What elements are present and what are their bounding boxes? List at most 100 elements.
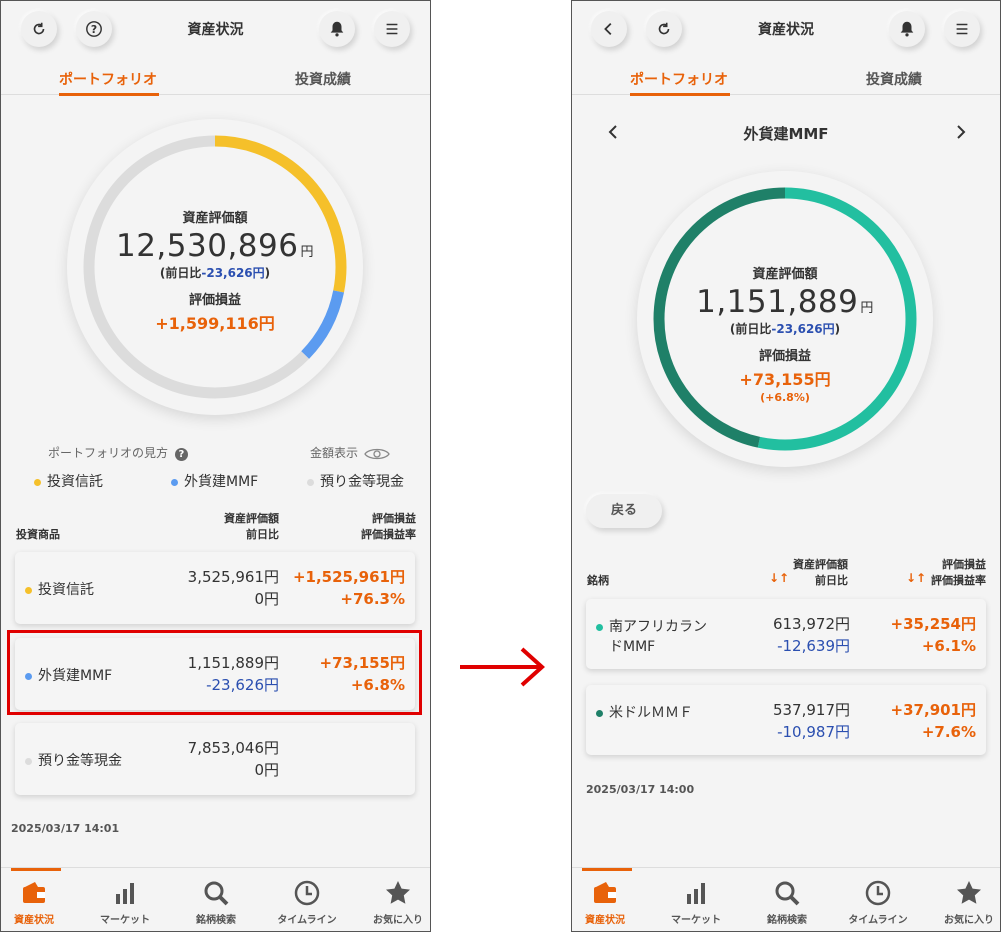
amount-display-toggle[interactable]: 金額表示 (310, 444, 390, 461)
legend-item-cash: 預り金等現金 (307, 471, 404, 491)
day-change: (前日比-23,626円) (637, 320, 933, 337)
question-icon: ? (174, 448, 188, 461)
holding-value: 7,853,046円 0円 (188, 737, 279, 781)
wallet-icon (594, 882, 616, 903)
star-icon (386, 881, 410, 904)
asset-value-amount: 1,151,889 (696, 284, 859, 320)
holding-day-change: -10,987円 (777, 723, 850, 741)
holding-dot (25, 757, 32, 765)
holding-day-change: 0円 (254, 761, 279, 779)
legend-item-mmf: 外貨建MMF (171, 471, 258, 491)
holding-value-amount: 613,972円 (772, 615, 850, 633)
nav-search[interactable]: 銘柄検索 (173, 878, 259, 926)
bell-icon (330, 21, 344, 37)
header-product: 投資商品 (16, 528, 60, 541)
sort-icon[interactable]: ↓↑ (906, 571, 926, 585)
holding-row-zar-mmf[interactable]: 南アフリカラン ドMMF 613,972円 -12,639円 +35,254円 +6… (586, 599, 986, 669)
asset-value: 1,151,889 円 (637, 284, 933, 320)
back-button[interactable]: 戻る (586, 494, 662, 528)
holding-value: 3,525,961円 0円 (188, 566, 279, 610)
holding-name-line1: 南アフリカラン (609, 619, 707, 635)
pl-label: 評価損益 (758, 349, 811, 364)
holding-dot (596, 623, 603, 631)
pl-label: 評価損益 (188, 293, 241, 308)
asset-value-label: 資産評価額 (752, 267, 818, 282)
holding-dot (25, 586, 32, 594)
header-pl: 評価損益 評価損益率 (931, 557, 986, 589)
holding-pl: +35,254円 +6.1% (891, 613, 976, 657)
holding-row-fund[interactable]: 投資信託 3,525,961円 0円 +1,525,961円 +76.3% (15, 552, 415, 624)
holding-value-amount: 7,853,046円 (187, 739, 279, 757)
nav-label: マーケット (100, 915, 150, 926)
day-change-label: (前日比 (159, 266, 202, 280)
nav-active-indicator (582, 868, 632, 871)
holding-day-change: -12,639円 (777, 637, 850, 655)
tab-portfolio[interactable]: ポートフォリオ (630, 69, 728, 89)
header-value: 資産評価額 前日比 (224, 511, 279, 543)
notification-button[interactable] (319, 11, 355, 47)
nav-market[interactable]: マーケット (653, 878, 739, 926)
header-value-line1: 資産評価額 (793, 558, 848, 571)
menu-button[interactable] (374, 11, 410, 47)
portfolio-help-link[interactable]: ポートフォリオの見方 ? (48, 444, 188, 461)
sort-icon[interactable]: ↓↑ (769, 571, 789, 585)
holding-name: 投資信託 (25, 579, 94, 599)
header-pl-line2: 評価損益率 (931, 574, 986, 587)
bell-icon (900, 21, 914, 37)
holding-value: 537,917円 -10,987円 (773, 699, 850, 743)
day-change-suffix: ) (264, 266, 271, 280)
holding-pl-rate: +76.3% (340, 590, 405, 608)
nav-market[interactable]: マーケット (82, 878, 168, 926)
updated-timestamp: 2025/03/17 14:00 (586, 783, 695, 796)
bar-chart-icon (687, 883, 705, 904)
nav-label: 銘柄検索 (196, 915, 236, 926)
menu-button[interactable] (944, 11, 980, 47)
legend-dot (34, 478, 41, 486)
holding-pl-amount: +35,254円 (890, 615, 976, 633)
bottom-nav: 資産状況 マーケット 銘柄検索 タイムライン お気に入り (1, 867, 430, 931)
tab-bar: ポートフォリオ 投資成績 (572, 63, 1000, 96)
nav-timeline[interactable]: タイムライン (835, 878, 921, 926)
tab-bar: ポートフォリオ 投資成績 (1, 63, 430, 96)
hamburger-icon (956, 23, 968, 35)
nav-favorites[interactable]: お気に入り (355, 878, 430, 926)
bar-chart-icon (116, 883, 134, 904)
updated-timestamp: 2025/03/17 14:01 (11, 822, 120, 835)
holding-name-line1: 米ドルＭＭＦ (609, 705, 693, 721)
nav-timeline[interactable]: タイムライン (264, 878, 350, 926)
day-change-value: -23,626円 (771, 322, 835, 336)
holding-pl-rate: +6.1% (921, 637, 976, 655)
top-bar: 資産状況 (572, 1, 1000, 57)
nav-label: 資産状況 (14, 915, 54, 926)
tab-portfolio[interactable]: ポートフォリオ (59, 69, 157, 89)
holding-name-text: 投資信託 (38, 582, 94, 598)
notification-button[interactable] (889, 11, 925, 47)
search-icon (204, 881, 229, 906)
holding-name-line2: ドMMF (609, 639, 656, 655)
nav-search[interactable]: 銘柄検索 (744, 878, 830, 926)
header-pl: 評価損益 評価損益率 (361, 511, 416, 543)
nav-assets[interactable]: 資産状況 (1, 878, 77, 926)
nav-favorites[interactable]: お気に入り (926, 878, 1000, 926)
tab-performance[interactable]: 投資成績 (866, 69, 922, 89)
nav-assets[interactable]: 資産状況 (572, 878, 648, 926)
legend-label: 外貨建MMF (184, 474, 259, 490)
amount-display-text: 金額表示 (310, 446, 359, 460)
holding-value: 613,972円 -12,639円 (773, 613, 850, 657)
holding-name: 預り金等現金 (25, 750, 122, 770)
day-change-label: (前日比 (729, 322, 772, 336)
nav-label: マーケット (671, 915, 721, 926)
holding-pl-amount: +37,901円 (890, 701, 976, 719)
holding-row-usd-mmf[interactable]: 米ドルＭＭＦ 537,917円 -10,987円 +37,901円 +7.6% (586, 685, 986, 755)
nav-label: タイムライン (277, 915, 337, 926)
asset-value-label: 資産評価額 (182, 211, 248, 226)
yen-unit: 円 (300, 245, 314, 260)
holding-row-cash[interactable]: 預り金等現金 7,853,046円 0円 (15, 723, 415, 795)
portfolio-help-text: ポートフォリオの見方 (48, 446, 169, 460)
next-category-icon[interactable] (954, 123, 968, 141)
page-title: 資産状況 (187, 22, 244, 38)
tab-performance[interactable]: 投資成績 (295, 69, 351, 89)
asset-value: 12,530,896 円 (67, 228, 363, 264)
eye-icon (364, 448, 390, 459)
category-title: 外貨建MMF (743, 125, 829, 143)
